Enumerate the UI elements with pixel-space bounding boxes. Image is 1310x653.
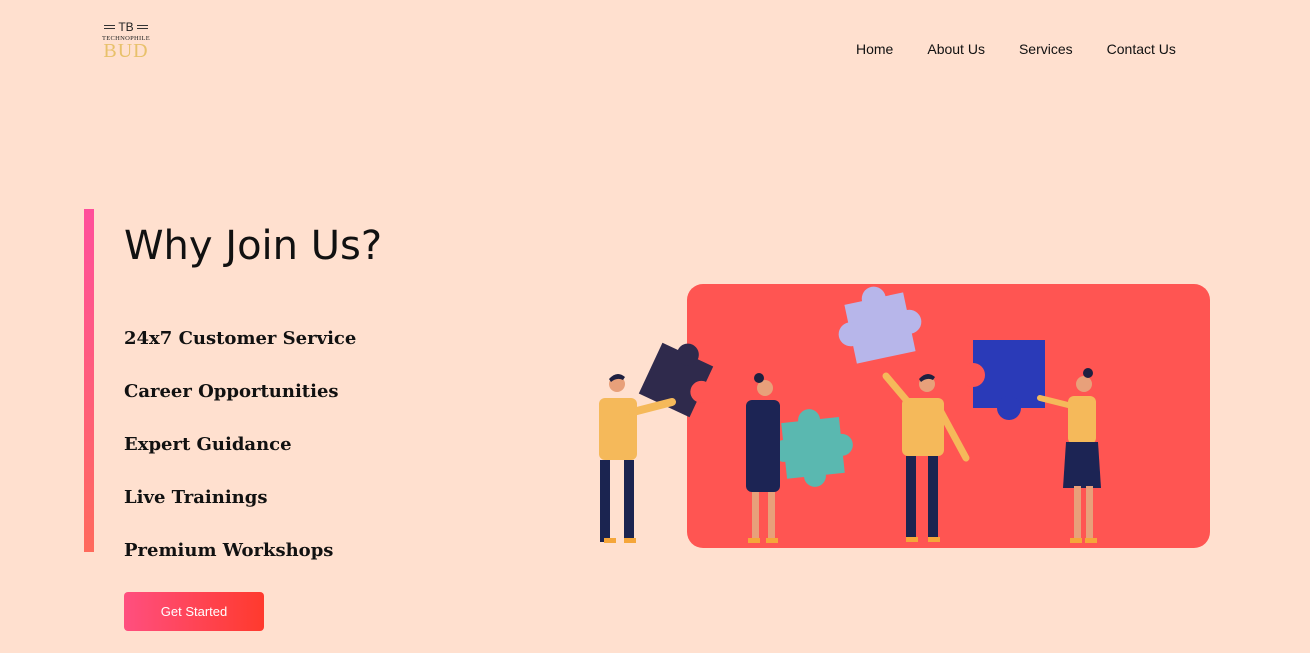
main-nav: Home About Us Services Contact Us (856, 41, 1176, 57)
feature-item: Premium Workshops (124, 540, 334, 561)
nav-services[interactable]: Services (1019, 41, 1073, 57)
logo-initials: TB (118, 20, 134, 34)
blue-puzzle-piece (961, 340, 1045, 420)
feature-item: Expert Guidance (124, 434, 292, 455)
accent-bar (84, 209, 94, 552)
get-started-button[interactable]: Get Started (124, 592, 264, 631)
logo-name: BUD (103, 40, 149, 62)
logo[interactable]: TB TECHNOPHILE BUD (96, 20, 156, 76)
teamwork-puzzle-illustration (590, 280, 1210, 552)
nav-home[interactable]: Home (856, 41, 893, 57)
speed-lines-icon (104, 25, 116, 29)
nav-about-us[interactable]: About Us (927, 41, 985, 57)
nav-contact-us[interactable]: Contact Us (1107, 41, 1176, 57)
page-title: Why Join Us? (124, 223, 383, 269)
feature-list: 24x7 Customer Service Career Opportuniti… (124, 325, 356, 590)
feature-item: 24x7 Customer Service (124, 328, 357, 349)
speed-lines-icon (136, 25, 148, 29)
feature-item: Live Trainings (124, 487, 268, 508)
logo-mark: TB (96, 20, 156, 34)
feature-item: Career Opportunities (124, 381, 339, 402)
illustration-svg (599, 284, 1210, 548)
